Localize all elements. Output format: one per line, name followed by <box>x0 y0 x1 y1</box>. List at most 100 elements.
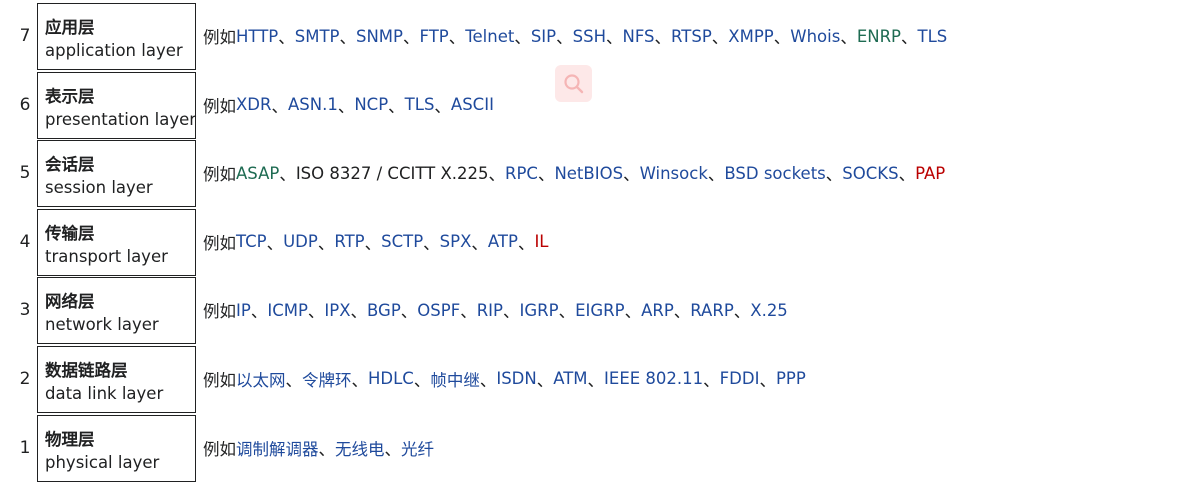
protocol-link[interactable]: ATP <box>488 232 518 251</box>
protocol-link[interactable]: TLS <box>918 27 948 46</box>
protocol-separator: 、 <box>364 233 382 253</box>
protocol-link[interactable]: NetBIOS <box>554 164 623 183</box>
layer-name-en: network layer <box>45 315 159 335</box>
layer-number: 5 <box>19 163 31 184</box>
layer-name-en: presentation layer <box>45 109 197 129</box>
protocol-link[interactable]: 光纤 <box>401 436 434 460</box>
protocol-separator: 、 <box>901 28 918 47</box>
layer-number: 1 <box>19 437 31 458</box>
protocol-link[interactable]: TLS <box>405 95 435 114</box>
protocol-link[interactable]: X.25 <box>750 301 788 320</box>
protocol-link[interactable]: SSH <box>573 27 606 46</box>
layer-name-box: 传输层 transport layer <box>37 208 196 276</box>
protocol-link[interactable]: 令牌环 <box>302 367 352 391</box>
protocol-link[interactable]: XDR <box>236 95 271 114</box>
protocol-link[interactable]: TCP <box>236 232 267 251</box>
protocol-separator: 、 <box>624 302 642 322</box>
protocol-separator: 、 <box>271 96 288 116</box>
protocol-prefix: 例如 <box>203 96 236 116</box>
protocol-prefix: 例如 <box>203 370 236 390</box>
protocol-link[interactable]: SNMP <box>356 27 403 46</box>
protocol-link[interactable]: ISDN <box>496 369 536 388</box>
protocol-separator: 、 <box>898 165 916 185</box>
protocol-link[interactable]: RTSP <box>671 27 712 46</box>
layer-name-cn: 会话层 <box>45 155 95 175</box>
protocol-separator: 、 <box>623 165 640 185</box>
protocol-link[interactable]: EIGRP <box>575 301 625 320</box>
layer-name-box: 物理层 physical layer <box>37 414 196 482</box>
protocol-separator: 、 <box>558 302 576 322</box>
protocol-link[interactable]: IP <box>236 301 251 320</box>
protocol-link[interactable]: BGP <box>367 301 401 320</box>
protocol-link[interactable]: SPX <box>440 232 472 251</box>
layer-name-en: transport layer <box>45 246 168 266</box>
protocol-link[interactable]: HDLC <box>368 369 414 388</box>
protocol-link[interactable]: ATM <box>553 369 587 388</box>
protocol-link[interactable]: SIP <box>531 27 556 46</box>
protocol-link[interactable]: IEEE 802.11 <box>604 369 703 388</box>
protocol-link[interactable]: FTP <box>420 27 449 46</box>
protocol-link[interactable]: HTTP <box>236 27 278 46</box>
protocol-separator: 、 <box>266 233 284 253</box>
protocol-separator: 、 <box>759 370 776 390</box>
protocol-link[interactable]: PAP <box>915 164 945 183</box>
protocol-separator: 、 <box>318 439 336 459</box>
search-icon <box>564 74 584 94</box>
layer-protocols: 例如 TCP、 UDP、 RTP、 SCTP、 SPX、 ATP、 IL <box>203 209 549 275</box>
protocol-link[interactable]: ASN.1 <box>288 95 338 114</box>
search-button[interactable] <box>555 65 592 102</box>
protocol-separator: 、 <box>285 370 303 390</box>
layer-number: 7 <box>19 26 31 46</box>
protocol-link[interactable]: Winsock <box>640 164 708 183</box>
protocol-link[interactable]: RARP <box>690 301 734 320</box>
protocol-link[interactable]: ICMP <box>267 301 308 320</box>
protocol-separator: 、 <box>840 28 857 47</box>
protocol-separator: 、 <box>825 165 843 185</box>
protocol-link[interactable]: SMTP <box>295 27 340 46</box>
protocol-link[interactable]: NFS <box>622 27 654 46</box>
protocol-link[interactable]: RTP <box>334 232 364 251</box>
protocol-separator: 、 <box>403 28 420 47</box>
protocol-link[interactable]: ENRP <box>857 27 901 46</box>
protocol-link[interactable]: 调制解调器 <box>236 436 319 460</box>
protocol-link[interactable]: PPP <box>776 369 806 388</box>
protocol-link[interactable]: IGRP <box>519 301 558 320</box>
protocol-separator: 、 <box>339 28 356 47</box>
protocol-link[interactable]: ASCII <box>451 95 494 114</box>
protocol-separator: 、 <box>673 302 691 322</box>
protocol-link[interactable]: UDP <box>283 232 318 251</box>
layer-protocols: 例如 以太网、令牌环、 HDLC、帧中继、 ISDN、 ATM、 IEEE 802.11、… <box>203 346 806 412</box>
protocol-link[interactable]: Whois <box>790 27 840 46</box>
protocol-link[interactable]: ARP <box>641 301 674 320</box>
protocol-link[interactable]: Telnet <box>465 27 514 46</box>
layer-name-cn: 表示层 <box>45 86 95 106</box>
protocol-link[interactable]: XMPP <box>728 27 773 46</box>
protocol-link[interactable]: NCP <box>354 95 388 114</box>
protocol-separator: 、 <box>388 96 405 116</box>
layer-protocols: 例如 HTTP、 SMTP、 SNMP、 FTP、 Telnet、 SIP、 SSH、 NFS、… <box>203 3 947 69</box>
protocol-separator: 、 <box>703 370 720 390</box>
layer-protocols: 例如 ASAP、 ISO 8327 / CCITT X.225、 RPC、 NetBIO… <box>203 140 945 206</box>
protocol-link[interactable]: 以太网 <box>236 367 286 391</box>
protocol-link[interactable]: OSPF <box>417 301 460 320</box>
layer-name-box: 应用层 application layer <box>37 3 196 70</box>
protocol-separator: 、 <box>350 302 368 322</box>
protocol-link[interactable]: 帧中继 <box>430 367 480 391</box>
protocol-separator: 、 <box>460 302 477 322</box>
protocol-link[interactable]: SCTP <box>381 232 423 251</box>
protocol-link[interactable]: ASAP <box>236 164 279 183</box>
protocol-separator: 、 <box>279 165 296 185</box>
protocol-link[interactable]: IL <box>534 232 548 251</box>
protocol-link[interactable]: BSD sockets <box>724 164 825 183</box>
protocol-link[interactable]: FDDI <box>720 369 760 388</box>
protocol-link[interactable]: RIP <box>477 301 503 320</box>
protocol-link[interactable]: SOCKS <box>842 164 898 183</box>
protocol-link[interactable]: RPC <box>505 164 538 183</box>
protocol-separator: 、 <box>773 28 791 47</box>
protocol-separator: 、 <box>413 370 431 390</box>
protocol-link[interactable]: IPX <box>324 301 350 320</box>
protocol-link[interactable]: 无线电 <box>335 436 385 460</box>
layer-name-en: application layer <box>45 41 183 60</box>
protocol-separator: 、 <box>400 302 418 322</box>
protocol-prefix: 例如 <box>203 28 236 47</box>
